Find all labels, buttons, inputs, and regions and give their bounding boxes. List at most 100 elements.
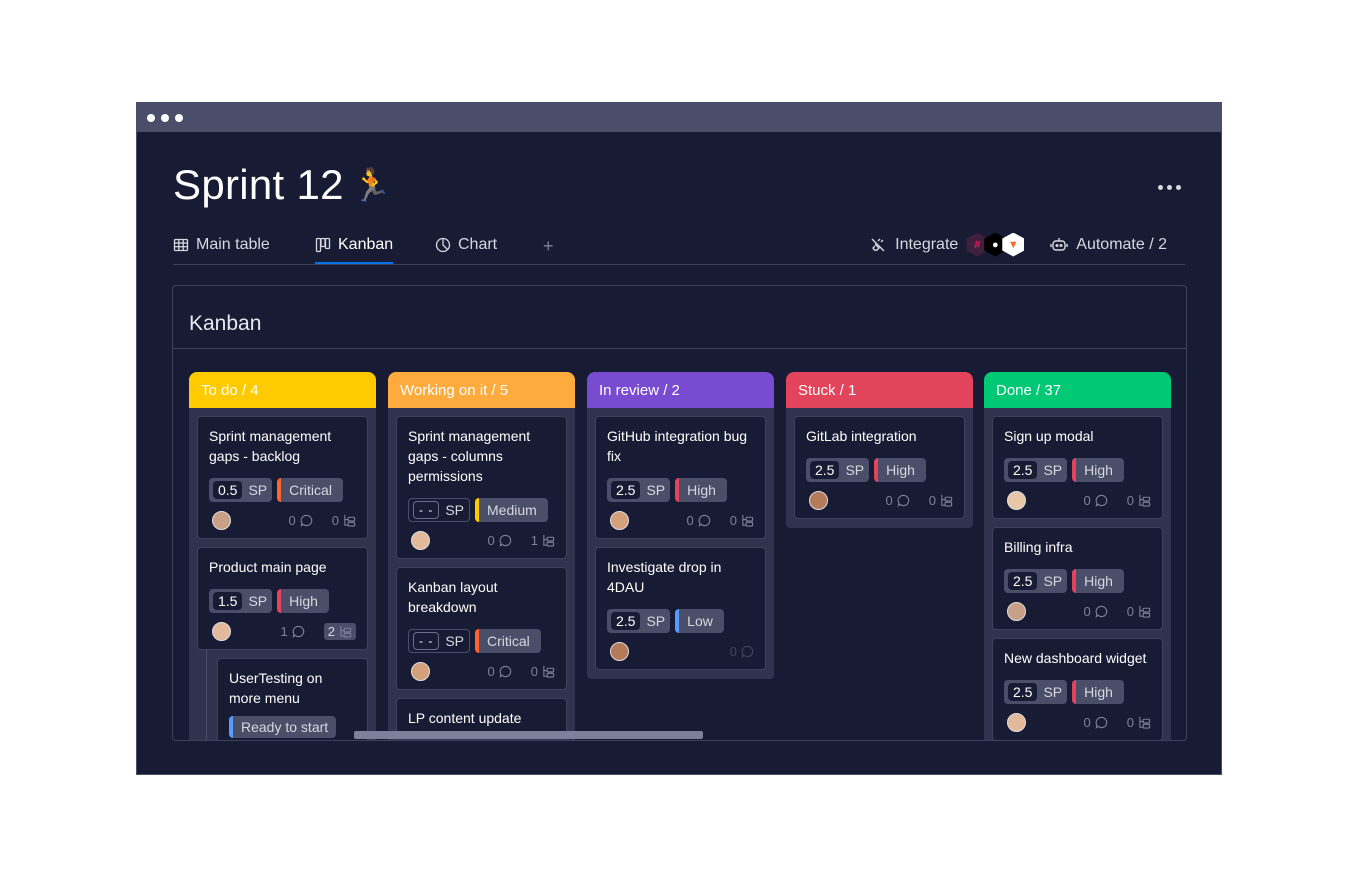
more-options-button[interactable]	[1158, 185, 1181, 190]
card-badges: 0.5 SP Critical	[209, 478, 356, 502]
subitems-count[interactable]: 2	[323, 622, 356, 640]
column-header[interactable]: In review / 2	[587, 372, 774, 408]
priority-label[interactable]: High	[277, 589, 329, 613]
sp-unit: SP	[445, 502, 465, 518]
comment-icon	[741, 645, 754, 658]
count-value: 0	[729, 643, 737, 659]
column-header[interactable]: To do / 4	[189, 372, 376, 408]
kanban-card[interactable]: GitLab integration 2.5 SP High 0 0	[794, 416, 965, 519]
window-controls[interactable]	[147, 114, 183, 122]
avatar[interactable]	[610, 510, 629, 530]
priority-label[interactable]: Critical	[277, 478, 343, 502]
count-value: 0	[331, 512, 339, 528]
priority-label[interactable]: Low	[675, 609, 724, 633]
story-points[interactable]: 2.5 SP	[806, 458, 870, 482]
avatar[interactable]	[212, 621, 231, 641]
avatar[interactable]	[809, 490, 828, 510]
card-badges: 2.5 SP High	[607, 478, 754, 502]
subitems-count[interactable]: 0	[531, 664, 555, 679]
comments-count[interactable]: 1	[281, 624, 305, 639]
comments-count[interactable]: 0	[1084, 604, 1108, 619]
column-header[interactable]: Done / 37	[984, 372, 1171, 408]
story-points[interactable]: 1.5 SP	[209, 589, 273, 613]
count-value: 0	[1083, 603, 1091, 619]
subitems-count[interactable]: 0	[1127, 715, 1151, 730]
kanban-card[interactable]: Product main page 1.5 SP High 1 2	[197, 547, 368, 650]
card-badges: 2.5 SP Low	[607, 609, 754, 633]
kanban-card[interactable]: Sprint management gaps - columns permiss…	[396, 416, 567, 559]
card-title: Billing infra	[1004, 539, 1073, 555]
story-points-value: 2.5	[611, 481, 641, 499]
priority-label[interactable]: High	[874, 458, 926, 482]
story-points[interactable]: 2.5 SP	[1004, 458, 1068, 482]
avatar[interactable]	[1007, 601, 1026, 621]
card-footer: 0	[607, 641, 754, 661]
card-title: Sprint management gaps - backlog	[209, 428, 332, 464]
kanban-card[interactable]: GitHub integration bug fix 2.5 SP High 0 …	[595, 416, 766, 539]
priority-label[interactable]: High	[1072, 458, 1124, 482]
comments-count[interactable]: 0	[289, 513, 313, 528]
kanban-card[interactable]: Kanban layout breakdown - - SP Critical 0…	[396, 567, 567, 690]
subitem-card[interactable]: UserTesting on more menu Ready to start	[206, 649, 368, 740]
tab-main-table[interactable]: Main table	[173, 226, 270, 263]
comments-count[interactable]: 0	[1084, 715, 1108, 730]
subitems-count[interactable]: 0	[929, 493, 953, 508]
status-label[interactable]: Ready to start	[229, 716, 337, 738]
comments-count[interactable]: 0	[687, 513, 711, 528]
avatar[interactable]	[1007, 712, 1026, 732]
tab-kanban[interactable]: Kanban	[315, 226, 394, 264]
card-title: GitHub integration bug fix	[607, 428, 748, 464]
tab-label: Main table	[196, 235, 270, 253]
horizontal-scrollbar[interactable]	[354, 731, 703, 739]
comment-icon	[300, 514, 312, 527]
count-value: 0	[1083, 714, 1091, 730]
story-points[interactable]: 2.5 SP	[607, 609, 671, 633]
story-points[interactable]: 0.5 SP	[209, 478, 273, 502]
subitems-count[interactable]: 0	[1127, 493, 1151, 508]
story-points[interactable]: 2.5 SP	[1004, 569, 1068, 593]
kanban-card[interactable]: New dashboard widget 2.5 SP High 0 0	[992, 638, 1163, 740]
kanban-icon	[315, 237, 331, 252]
subitems-count[interactable]: 0	[1127, 604, 1151, 619]
subitems-count[interactable]: 0	[730, 513, 754, 528]
column-header[interactable]: Working on it / 5	[388, 372, 575, 408]
comments-count[interactable]: 0	[1084, 493, 1108, 508]
kanban-card[interactable]: Sign up modal 2.5 SP High 0 0	[992, 416, 1163, 519]
priority-label[interactable]: High	[675, 478, 727, 502]
tab-chart[interactable]: Chart	[435, 226, 497, 263]
avatar[interactable]	[411, 661, 430, 681]
count-value: 0	[885, 492, 893, 508]
column-header[interactable]: Stuck / 1	[786, 372, 973, 408]
board-title[interactable]: Sprint 12 🏃	[173, 161, 392, 209]
count-value: 0	[1126, 492, 1134, 508]
comment-icon	[1095, 605, 1107, 618]
subitems-count[interactable]: 1	[531, 533, 555, 548]
comments-count[interactable]: 0	[886, 493, 910, 508]
kanban-card[interactable]: Investigate drop in 4DAU 2.5 SP Low 0	[595, 547, 766, 670]
add-view-button[interactable]: +	[543, 236, 554, 257]
integrate-button[interactable]: Integrate	[869, 236, 958, 254]
avatar[interactable]	[1007, 490, 1026, 510]
priority-label[interactable]: High	[1072, 680, 1124, 704]
automate-button[interactable]: Automate / 2	[1050, 236, 1167, 254]
card-title: Investigate drop in 4DAU	[607, 559, 722, 595]
avatar[interactable]	[212, 510, 231, 530]
kanban-card[interactable]: Billing infra 2.5 SP High 0 0	[992, 527, 1163, 630]
priority-label[interactable]: Critical	[475, 629, 541, 653]
priority-label[interactable]: High	[1072, 569, 1124, 593]
count-value: 0	[487, 532, 495, 548]
story-points[interactable]: - - SP	[408, 498, 471, 522]
priority-label[interactable]: Medium	[475, 498, 548, 522]
story-points-value: 2.5	[1008, 572, 1038, 590]
kanban-card[interactable]: Sprint management gaps - backlog 0.5 SP C…	[197, 416, 368, 539]
story-points[interactable]: 2.5 SP	[607, 478, 671, 502]
card-badges: 2.5 SP High	[1004, 680, 1151, 704]
avatar[interactable]	[411, 530, 430, 550]
story-points[interactable]: - - SP	[408, 629, 471, 653]
avatar[interactable]	[610, 641, 629, 661]
comments-count[interactable]: 0	[730, 644, 754, 659]
subitems-count[interactable]: 0	[332, 513, 356, 528]
comments-count[interactable]: 0	[488, 533, 512, 548]
comments-count[interactable]: 0	[488, 664, 512, 679]
story-points[interactable]: 2.5 SP	[1004, 680, 1068, 704]
